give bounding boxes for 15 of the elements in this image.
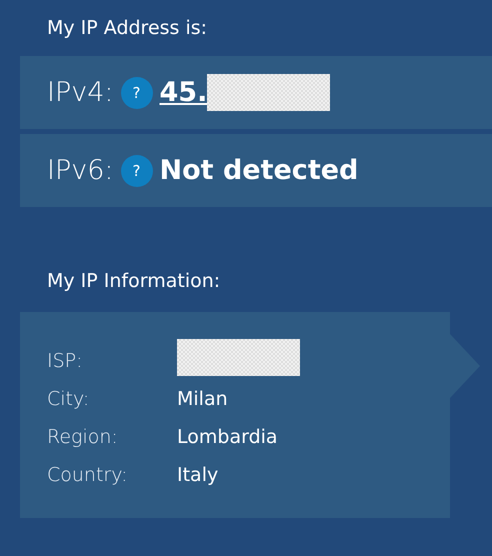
info-value: Lombardia [177, 426, 278, 448]
info-label: Region: [47, 426, 119, 448]
address-label: IPv4: [47, 77, 114, 108]
address-label: IPv6: [47, 155, 114, 186]
info-value: Milan [177, 388, 228, 410]
ip-address-value: Not detected [160, 155, 358, 186]
info-value: Italy [177, 464, 218, 486]
info-label: Country: [47, 464, 128, 486]
ip-address-link[interactable]: 45. [160, 77, 208, 108]
info-label: City: [47, 388, 90, 410]
info-label: ISP: [47, 350, 84, 372]
section-heading: My IP Information: [47, 269, 222, 294]
section-heading: My IP Address is: [47, 16, 208, 41]
help-icon[interactable]: ? [120, 154, 152, 186]
help-icon[interactable]: ? [120, 76, 152, 108]
